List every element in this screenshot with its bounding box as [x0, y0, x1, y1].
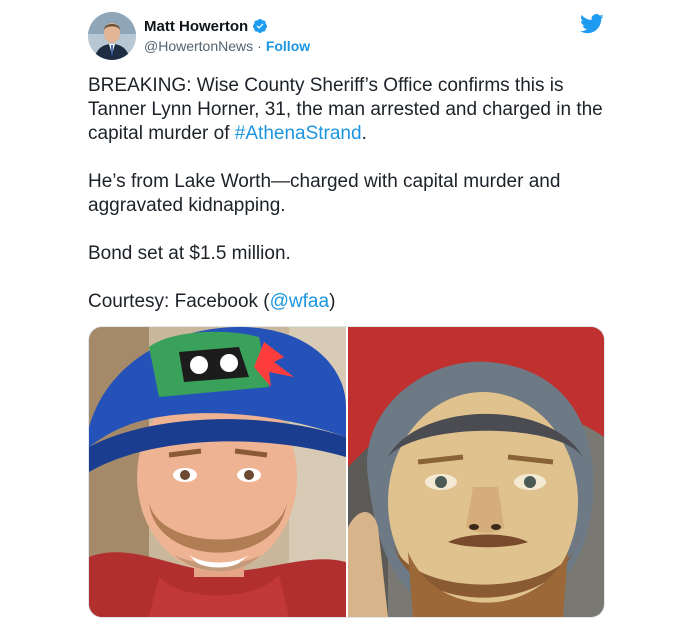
hashtag-link[interactable]: #AthenaStrand: [235, 123, 362, 144]
avatar-image: [88, 12, 136, 60]
tweet-card: Matt Howerton @HowertonNews · Follow BRE…: [0, 0, 700, 629]
tweet-text: BREAKING: Wise County Sheriff’s Office c…: [88, 74, 608, 338]
author-name-row: Matt Howerton: [144, 16, 310, 36]
author-handle-row: @HowertonNews · Follow: [144, 38, 310, 54]
photo-man-red-cap[interactable]: [348, 327, 604, 617]
paragraph-1-end: .: [361, 123, 367, 144]
handle-separator: ·: [257, 38, 262, 54]
tweet-paragraph-3: Bond set at $1.5 million.: [88, 243, 291, 264]
tweet-paragraph-1: BREAKING: Wise County Sheriff’s Office c…: [88, 74, 608, 146]
paragraph-4-end: ): [329, 291, 336, 312]
mention-link[interactable]: @wfaa: [270, 291, 329, 312]
verified-badge-icon: [252, 18, 268, 34]
photo-man-blue-cap[interactable]: [89, 327, 346, 617]
follow-button[interactable]: Follow: [266, 38, 310, 54]
tweet-paragraph-2: He’s from Lake Worth—charged with capita…: [88, 171, 561, 216]
tweet-media: [88, 326, 605, 618]
twitter-bird-icon[interactable]: [580, 14, 604, 34]
author-name[interactable]: Matt Howerton: [144, 18, 248, 35]
author-info: Matt Howerton @HowertonNews · Follow: [144, 16, 310, 55]
tweet-header: Matt Howerton @HowertonNews · Follow: [88, 12, 608, 64]
author-handle[interactable]: @HowertonNews: [144, 38, 253, 54]
tweet-paragraph-4: Courtesy: Facebook (@wfaa): [88, 290, 608, 314]
paragraph-4-text: Courtesy: Facebook (: [88, 291, 270, 312]
author-avatar[interactable]: [88, 12, 136, 60]
